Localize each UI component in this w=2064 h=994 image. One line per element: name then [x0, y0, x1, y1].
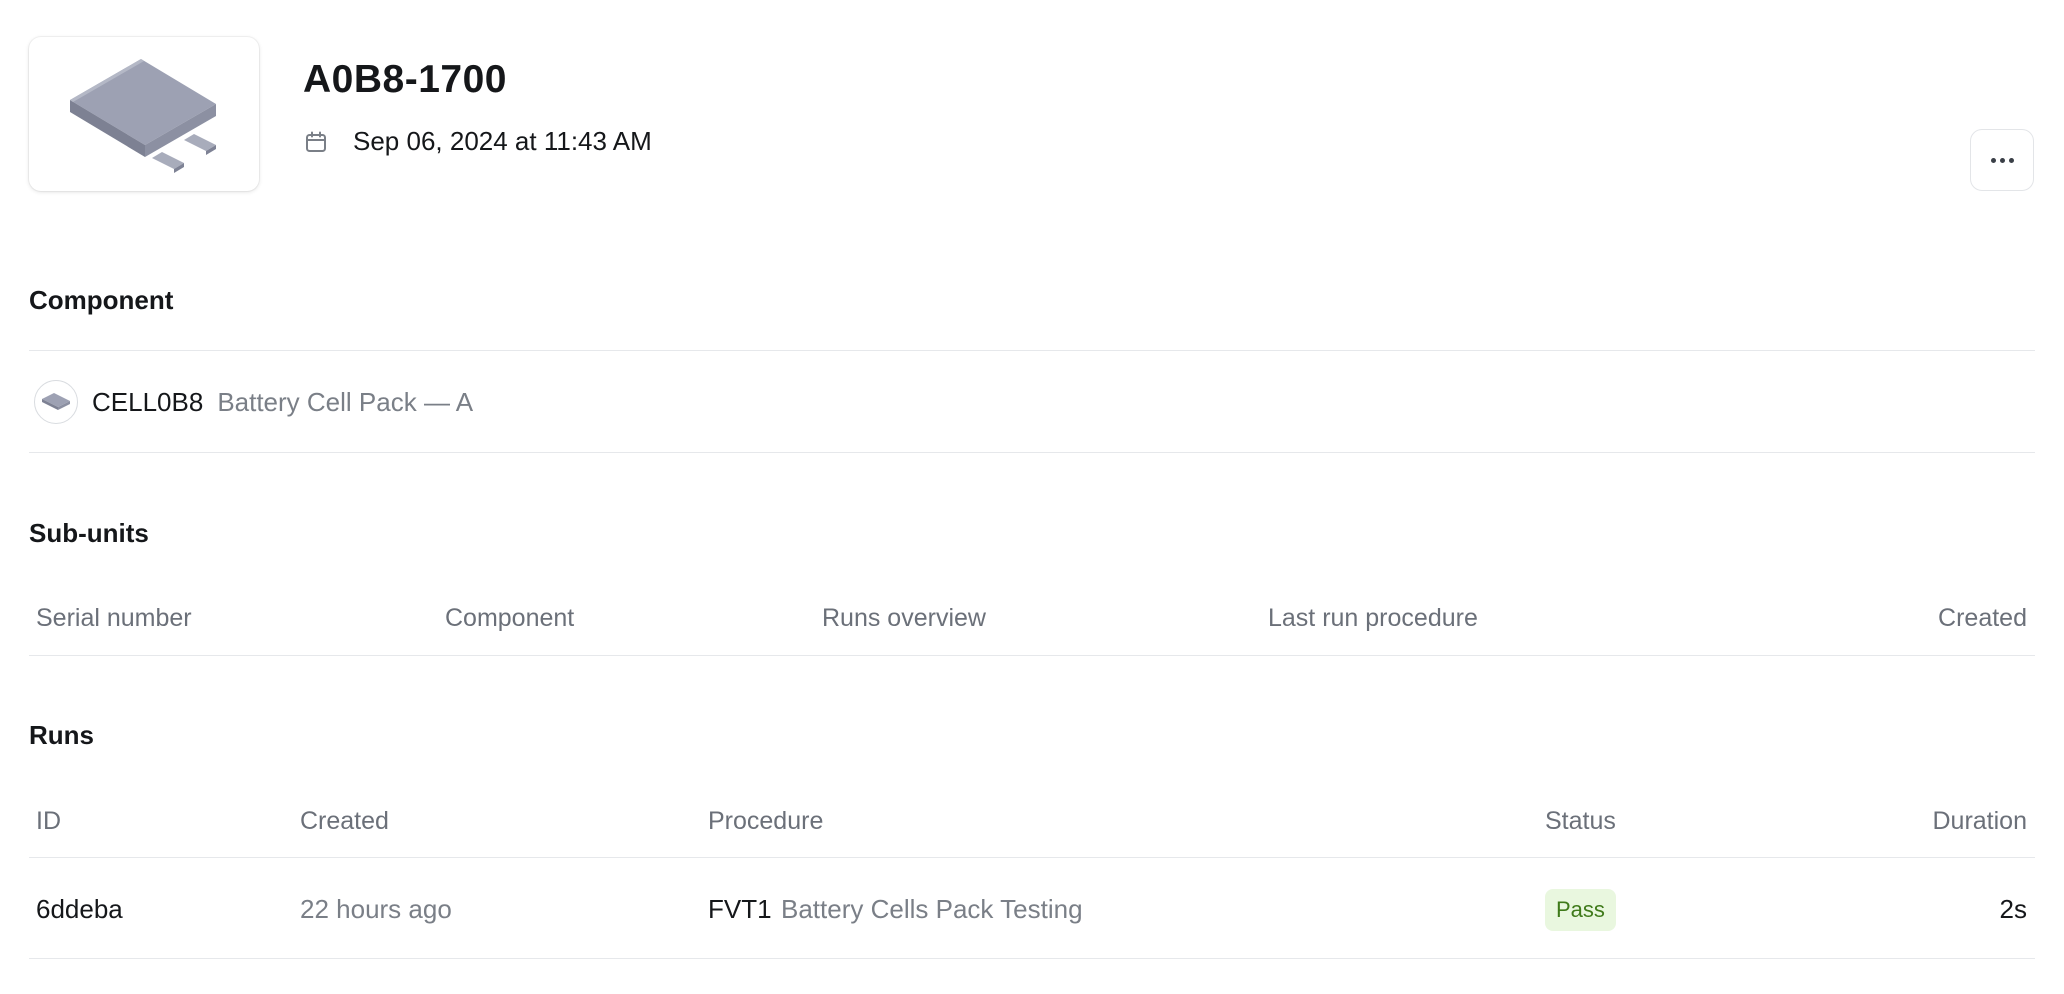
column-header-component[interactable]: Component [445, 604, 574, 633]
run-id: 6ddeba [36, 894, 123, 924]
column-header-created[interactable]: Created [1800, 604, 2027, 633]
battery-pack-avatar [34, 380, 78, 424]
component-name: Battery Cell Pack — A [217, 386, 474, 417]
column-header-status[interactable]: Status [1545, 807, 1616, 836]
column-header-serial-number[interactable]: Serial number [36, 604, 192, 633]
divider [29, 350, 2035, 351]
run-created: 22 hours ago [300, 894, 452, 924]
column-header-procedure[interactable]: Procedure [708, 807, 823, 836]
column-header-runs-overview[interactable]: Runs overview [822, 604, 986, 633]
section-title-subunits: Sub-units [29, 518, 149, 548]
calendar-icon [303, 129, 329, 155]
section-title-runs: Runs [29, 720, 94, 750]
unit-thumbnail [29, 37, 259, 191]
created-date: Sep 06, 2024 at 11:43 AM [353, 126, 652, 156]
column-header-duration[interactable]: Duration [1800, 807, 2028, 836]
run-procedure-code: FVT1 [708, 894, 772, 924]
divider [29, 958, 2035, 959]
page-title: A0B8-1700 [303, 58, 507, 101]
more-horizontal-icon [1990, 157, 2014, 163]
divider [29, 452, 2035, 453]
component-code: CELL0B8 [92, 386, 204, 417]
run-duration: 2s [1999, 894, 2027, 924]
divider [29, 655, 2035, 656]
component-link[interactable]: CELL0B8 Battery Cell Pack — A [34, 378, 473, 426]
status-badge: Pass [1545, 889, 1616, 931]
divider [29, 857, 2035, 858]
column-header-id[interactable]: ID [36, 807, 61, 836]
more-actions-button[interactable] [1970, 129, 2034, 191]
column-header-created[interactable]: Created [300, 807, 389, 836]
section-title-component: Component [29, 285, 174, 315]
battery-pack-image [70, 59, 216, 173]
column-header-last-run-procedure[interactable]: Last run procedure [1268, 604, 1478, 633]
created-date-row: Sep 06, 2024 at 11:43 AM [303, 126, 652, 157]
run-procedure-name: Battery Cells Pack Testing [781, 894, 1083, 924]
